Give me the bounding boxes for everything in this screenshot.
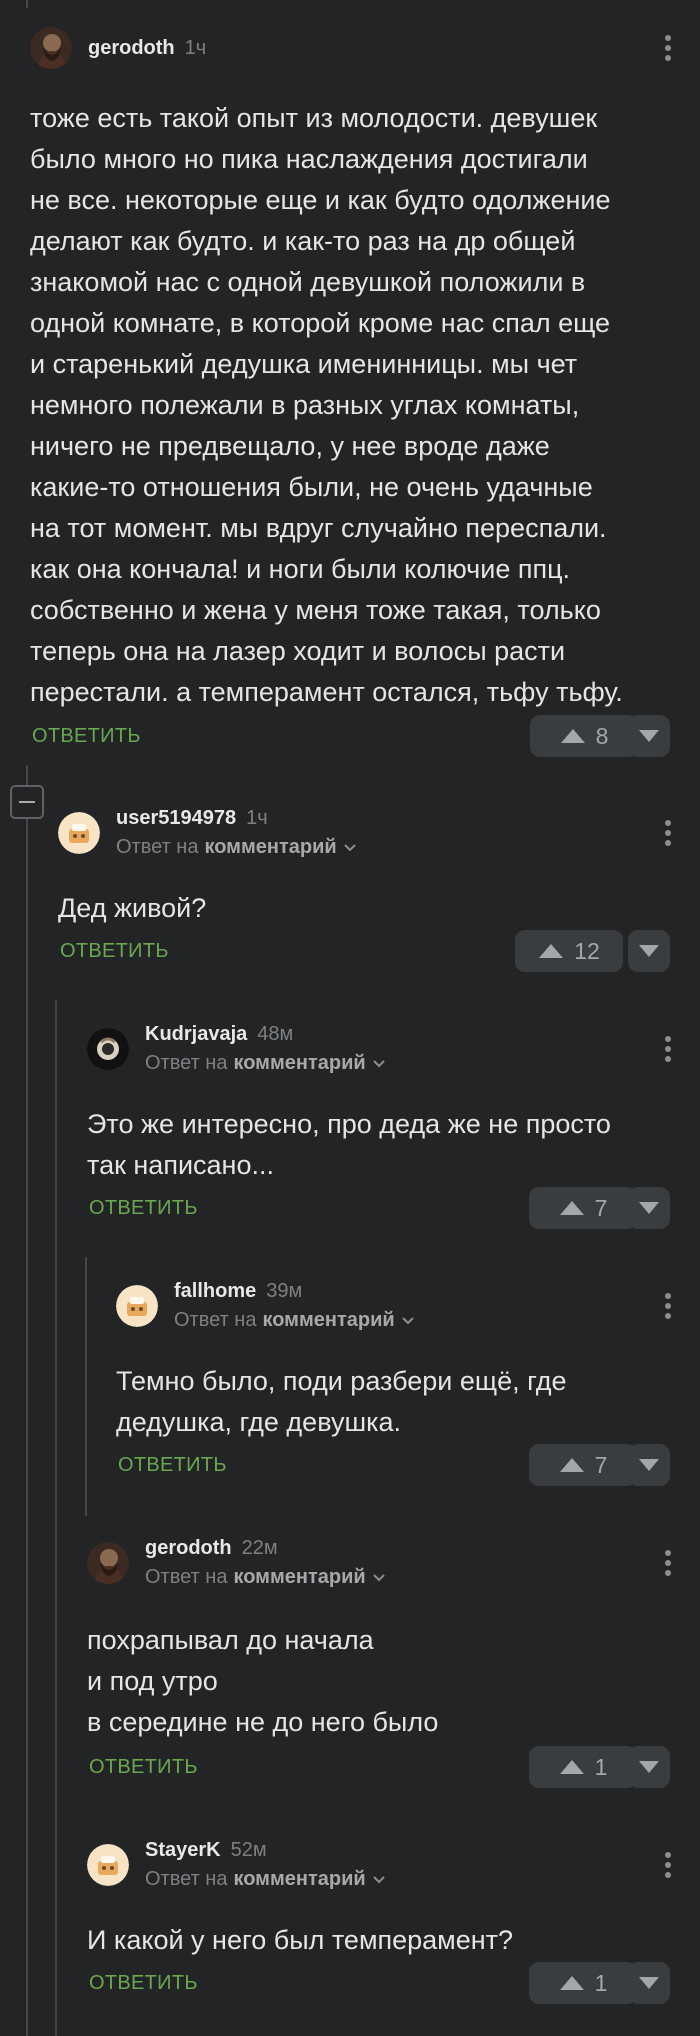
reply-button[interactable]: ОТВЕТИТЬ <box>60 940 169 963</box>
avatar[interactable] <box>116 1285 158 1327</box>
downvote-button[interactable] <box>628 715 670 757</box>
downvote-icon <box>639 1977 659 1989</box>
upvote-icon <box>559 1976 584 1990</box>
comment: gerodoth 1ч тоже есть такой опыт из молод… <box>30 23 671 763</box>
comment-header: gerodoth 22м Ответ на комментарий <box>87 1537 386 1589</box>
downvote-icon <box>639 730 659 742</box>
vote-count: 12 <box>574 937 600 964</box>
thread-line <box>26 0 28 8</box>
downvote-icon <box>639 945 659 957</box>
reply-to-link[interactable]: Ответ на комментарий <box>174 1309 415 1332</box>
reply-button[interactable]: ОТВЕТИТЬ <box>118 1454 227 1477</box>
upvote-icon <box>560 729 585 743</box>
upvote-button[interactable]: 7 <box>529 1444 637 1486</box>
thread-line <box>26 819 28 2036</box>
dots-menu-icon[interactable] <box>656 33 680 63</box>
username[interactable]: Kudrjavaja <box>145 1023 247 1046</box>
upvote-icon <box>559 1760 584 1774</box>
comment-header: user5194978 1ч Ответ на комментарий <box>58 807 357 859</box>
chevron-down-icon <box>372 1875 385 1883</box>
upvote-button[interactable]: 7 <box>529 1187 637 1229</box>
upvote-button[interactable]: 8 <box>530 715 638 757</box>
downvote-button[interactable] <box>628 1746 670 1788</box>
avatar[interactable] <box>30 27 72 69</box>
dots-menu-icon[interactable] <box>656 1291 680 1321</box>
collapse-thread-button[interactable] <box>10 785 44 819</box>
comment-text: похрапывал до начала и под утро в середи… <box>87 1625 439 1737</box>
reply-button[interactable]: ОТВЕТИТЬ <box>89 1197 198 1220</box>
reply-to-link[interactable]: Ответ на комментарий <box>116 836 357 859</box>
chevron-down-icon <box>372 1059 385 1067</box>
upvote-icon <box>559 1201 584 1215</box>
username[interactable]: user5194978 <box>116 807 236 830</box>
dots-menu-icon[interactable] <box>656 818 680 848</box>
comment-text: Это же интересно, про деда же не просто … <box>87 1109 611 1180</box>
downvote-button[interactable] <box>628 1962 670 2004</box>
comment-text: Темно было, поди разбери ещё, где дедушк… <box>116 1366 567 1437</box>
downvote-button[interactable] <box>628 1444 670 1486</box>
vote-count: 1 <box>594 1969 608 1996</box>
comment: gerodoth 22м Ответ на комментарий похрапыв… <box>87 1537 671 1788</box>
upvote-button[interactable]: 1 <box>529 1746 637 1788</box>
username[interactable]: fallhome <box>174 1280 256 1303</box>
chevron-down-icon <box>372 1573 385 1581</box>
reply-button[interactable]: ОТВЕТИТЬ <box>32 725 141 748</box>
downvote-button[interactable] <box>628 930 670 972</box>
comment-text: И какой у него был темперамент? <box>87 1925 514 1955</box>
comment: fallhome 39м Ответ на комментарий Темно бы… <box>116 1280 671 1491</box>
username[interactable]: gerodoth <box>145 1537 232 1560</box>
timestamp: 1ч <box>246 807 268 829</box>
dots-menu-icon[interactable] <box>656 1850 680 1880</box>
comment: StayerK 52м Ответ на комментарий И какой у… <box>87 1839 671 2020</box>
comment: user5194978 1ч Ответ на комментарий Дед жи… <box>58 807 671 978</box>
timestamp: 39м <box>266 1280 303 1302</box>
reply-to-link[interactable]: Ответ на комментарий <box>145 1566 386 1589</box>
avatar[interactable] <box>58 812 100 854</box>
downvote-icon <box>639 1202 659 1214</box>
timestamp: 52м <box>230 1839 267 1861</box>
collapse-icon <box>19 801 35 803</box>
upvote-icon <box>539 944 564 958</box>
dots-menu-icon[interactable] <box>656 1548 680 1578</box>
comment-text: тоже есть такой опыт из молодости. девуш… <box>30 103 623 707</box>
vote-count: 1 <box>594 1753 608 1780</box>
reply-to-link[interactable]: Ответ на комментарий <box>145 1868 386 1891</box>
downvote-button[interactable] <box>628 1187 670 1229</box>
username[interactable]: StayerK <box>145 1839 221 1862</box>
timestamp: 48м <box>257 1023 294 1045</box>
username[interactable]: gerodoth <box>88 37 175 60</box>
thread-line <box>55 1000 57 2036</box>
upvote-button[interactable]: 12 <box>515 930 623 972</box>
comment-header: fallhome 39м Ответ на комментарий <box>116 1280 415 1332</box>
chevron-down-icon <box>343 843 356 851</box>
timestamp: 1ч <box>184 36 207 59</box>
downvote-icon <box>639 1459 659 1471</box>
reply-button[interactable]: ОТВЕТИТЬ <box>89 1972 198 1995</box>
avatar[interactable] <box>87 1542 129 1584</box>
comment-header: Kudrjavaja 48м Ответ на комментарий <box>87 1023 386 1075</box>
vote-count: 8 <box>595 722 609 749</box>
reply-button[interactable]: ОТВЕТИТЬ <box>89 1756 198 1779</box>
reply-to-link[interactable]: Ответ на комментарий <box>145 1052 386 1075</box>
timestamp: 22м <box>241 1537 278 1559</box>
downvote-icon <box>639 1761 659 1773</box>
thread-line <box>85 1257 87 1516</box>
upvote-button[interactable]: 1 <box>529 1962 637 2004</box>
vote-count: 7 <box>594 1451 608 1478</box>
chevron-down-icon <box>401 1316 414 1324</box>
thread-line <box>26 765 28 785</box>
comment: Kudrjavaja 48м Ответ на комментарий Это же… <box>87 1023 671 1234</box>
comment-header: StayerK 52м Ответ на комментарий <box>87 1839 386 1891</box>
vote-count: 7 <box>594 1194 608 1221</box>
comment-header: gerodoth 1ч <box>30 23 206 73</box>
upvote-icon <box>559 1458 584 1472</box>
avatar[interactable] <box>87 1028 129 1070</box>
avatar[interactable] <box>87 1844 129 1886</box>
dots-menu-icon[interactable] <box>656 1034 680 1064</box>
comment-text: Дед живой? <box>58 893 207 923</box>
